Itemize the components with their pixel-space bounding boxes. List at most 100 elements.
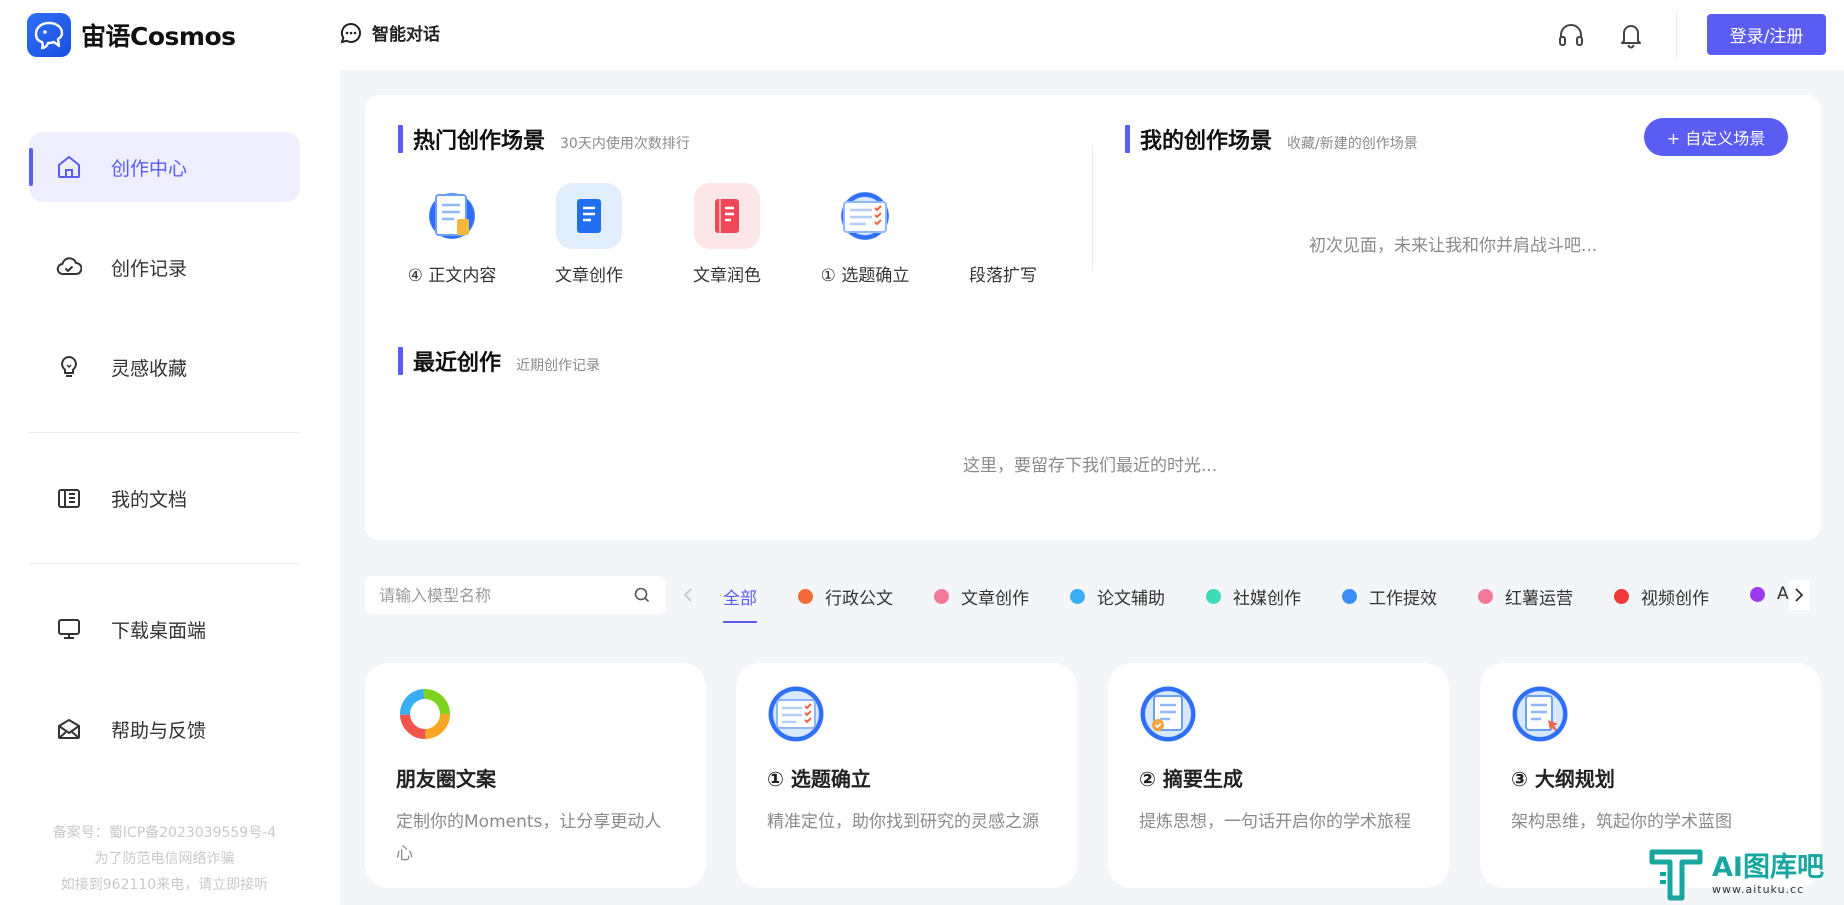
sidebar-item-download-desktop[interactable]: 下载桌面端	[29, 594, 300, 664]
sidebar-item-label: 下载桌面端	[111, 619, 207, 642]
tab-label: 工作提效	[1369, 589, 1437, 609]
category-dot-icon	[1750, 586, 1765, 602]
hot-scenes-heading: 热门创作场景 30天内使用次数排行	[398, 123, 690, 155]
tab-work-efficiency[interactable]: 工作提效	[1342, 584, 1437, 609]
card-title: 朋友圈文案	[396, 767, 496, 791]
top-header: 宙语Cosmos 智能对话 登录/注册	[0, 0, 1844, 70]
card-description: 提炼思想，一句话开启你的学术旅程	[1139, 812, 1411, 832]
icp-line[interactable]: 备案号：蜀ICP备2023039559号-4	[29, 820, 300, 846]
lightbulb-icon	[55, 353, 83, 381]
mail-icon	[55, 715, 83, 743]
tabs-next-chevron-right-icon[interactable]	[1789, 580, 1809, 610]
scene-item[interactable]: 文章润色	[667, 183, 787, 286]
anti-fraud-line: 如接到962110来电，请立即接听	[60, 877, 269, 893]
section-title: 我的创作场景	[1140, 129, 1273, 154]
brand-logo[interactable]: 宙语Cosmos	[27, 13, 236, 57]
panel-divider	[1092, 146, 1093, 270]
section-title: 热门创作场景	[413, 129, 546, 154]
scene-item[interactable]: 文章创作	[529, 183, 649, 286]
cloud-check-icon	[55, 253, 83, 281]
scene-label: ① 选题确立	[820, 266, 910, 286]
outline-doc-cursor-icon	[1511, 685, 1569, 743]
card-description: 精准定位，助你找到研究的灵感之源	[767, 812, 1039, 832]
category-dot-icon	[1342, 589, 1357, 604]
sidebar-item-label: 创作记录	[111, 257, 188, 280]
card-title: ② 摘要生成	[1139, 767, 1243, 791]
card-title: ③ 大纲规划	[1511, 767, 1615, 791]
scene-label: 文章润色	[693, 266, 761, 286]
nav-smart-chat[interactable]: 智能对话	[340, 20, 440, 45]
color-ring-icon	[396, 685, 454, 743]
sidebar-item-my-documents[interactable]: 我的文档	[29, 463, 300, 533]
tab-label: 红薯运营	[1505, 589, 1573, 609]
search-icon[interactable]	[633, 586, 651, 604]
login-register-button[interactable]: 登录/注册	[1707, 14, 1826, 55]
card-title: ① 选题确立	[767, 767, 871, 791]
sidebar-item-label: 帮助与反馈	[111, 719, 207, 742]
tab-thesis-help[interactable]: 论文辅助	[1070, 584, 1165, 609]
headset-icon[interactable]	[1556, 20, 1586, 50]
sidebar-item-label: 创作中心	[111, 157, 188, 180]
category-dot-icon	[1070, 589, 1085, 604]
monitor-icon	[55, 615, 83, 643]
title-accent-bar	[1125, 125, 1130, 153]
tab-admin-docs[interactable]: 行政公文	[798, 584, 893, 609]
elephant-logo-icon	[27, 13, 71, 57]
scene-card[interactable]: ② 摘要生成 提炼思想，一句话开启你的学术旅程	[1108, 663, 1449, 888]
scroll-document-icon	[1139, 685, 1197, 743]
model-search-input[interactable]	[379, 585, 633, 605]
sidebar: 创作中心 创作记录 灵感收藏 我的文档 下载桌面端 帮助与反馈 备案号：蜀ICP…	[0, 70, 340, 905]
tab-video-creation[interactable]: 视频创作	[1614, 584, 1709, 609]
title-accent-bar	[398, 347, 403, 375]
tab-article-writing[interactable]: 文章创作	[934, 584, 1029, 609]
sidebar-item-label: 我的文档	[111, 488, 188, 511]
scene-item[interactable]: ④ 正文内容	[392, 183, 512, 286]
scene-card[interactable]: 朋友圈文案 定制你的Moments，让分享更动人心	[365, 663, 706, 888]
scene-card[interactable]: ① 选题确立 精准定位，助你找到研究的灵感之源	[736, 663, 1077, 888]
category-dot-icon	[1206, 589, 1221, 604]
custom-scene-button[interactable]: + 自定义场景	[1644, 118, 1788, 156]
scene-item[interactable]: ① 选题确立	[805, 183, 925, 286]
tab-xiaohongshu-ops[interactable]: 红薯运营	[1478, 584, 1573, 609]
scene-item[interactable]: 段落扩写	[943, 183, 1063, 286]
tab-social-media[interactable]: 社媒创作	[1206, 584, 1301, 609]
section-subtitle: 收藏/新建的创作场景	[1287, 136, 1418, 152]
category-dot-icon	[934, 589, 949, 604]
card-description: 定制你的Moments，让分享更动人心	[396, 812, 662, 864]
category-dot-icon	[1478, 589, 1493, 604]
tab-label: 文章创作	[961, 589, 1029, 609]
sidebar-item-help-feedback[interactable]: 帮助与反馈	[29, 694, 300, 764]
tab-all[interactable]: 全部	[723, 584, 757, 623]
sidebar-divider	[29, 432, 300, 433]
watermark-url: www.aituku.cc	[1712, 882, 1805, 896]
tab-more[interactable]: AI	[1750, 584, 1794, 604]
home-icon	[55, 153, 83, 181]
bell-icon[interactable]	[1616, 20, 1646, 50]
sidebar-item-creation-records[interactable]: 创作记录	[29, 232, 300, 302]
checklist-icon	[832, 183, 898, 249]
paragraph-expand-icon	[970, 183, 1036, 249]
scene-panel: 热门创作场景 30天内使用次数排行 ④ 正文内容 文章创作 文章润色 ① 选题确…	[365, 95, 1821, 540]
recent-empty-text: 这里，要留存下我们最近的时光...	[963, 456, 1218, 476]
sidebar-divider	[29, 563, 300, 564]
chat-bubble-icon	[340, 22, 361, 43]
sidebar-item-label: 灵感收藏	[111, 357, 188, 380]
brand-name: 宙语Cosmos	[81, 22, 236, 51]
model-search-box	[365, 576, 665, 614]
tab-label: 论文辅助	[1097, 589, 1165, 609]
tab-label: 视频创作	[1641, 589, 1709, 609]
sidebar-item-creation-center[interactable]: 创作中心	[29, 132, 300, 202]
tab-label: 行政公文	[825, 589, 893, 609]
checklist-doc-icon	[419, 183, 485, 249]
scene-label: 段落扩写	[969, 266, 1037, 286]
category-dot-icon	[798, 589, 813, 604]
category-dot-icon	[1614, 589, 1629, 604]
section-subtitle: 30天内使用次数排行	[560, 136, 690, 152]
recent-heading: 最近创作 近期创作记录	[398, 345, 600, 377]
sidebar-item-inspiration[interactable]: 灵感收藏	[29, 332, 300, 402]
card-description: 架构思维，筑起你的学术蓝图	[1511, 812, 1732, 832]
checklist-icon	[767, 685, 825, 743]
book-icon	[55, 484, 83, 512]
title-accent-bar	[398, 125, 403, 153]
icp-footer: 备案号：蜀ICP备2023039559号-4 为了防范电信网络诈骗 如接到962…	[29, 820, 300, 898]
